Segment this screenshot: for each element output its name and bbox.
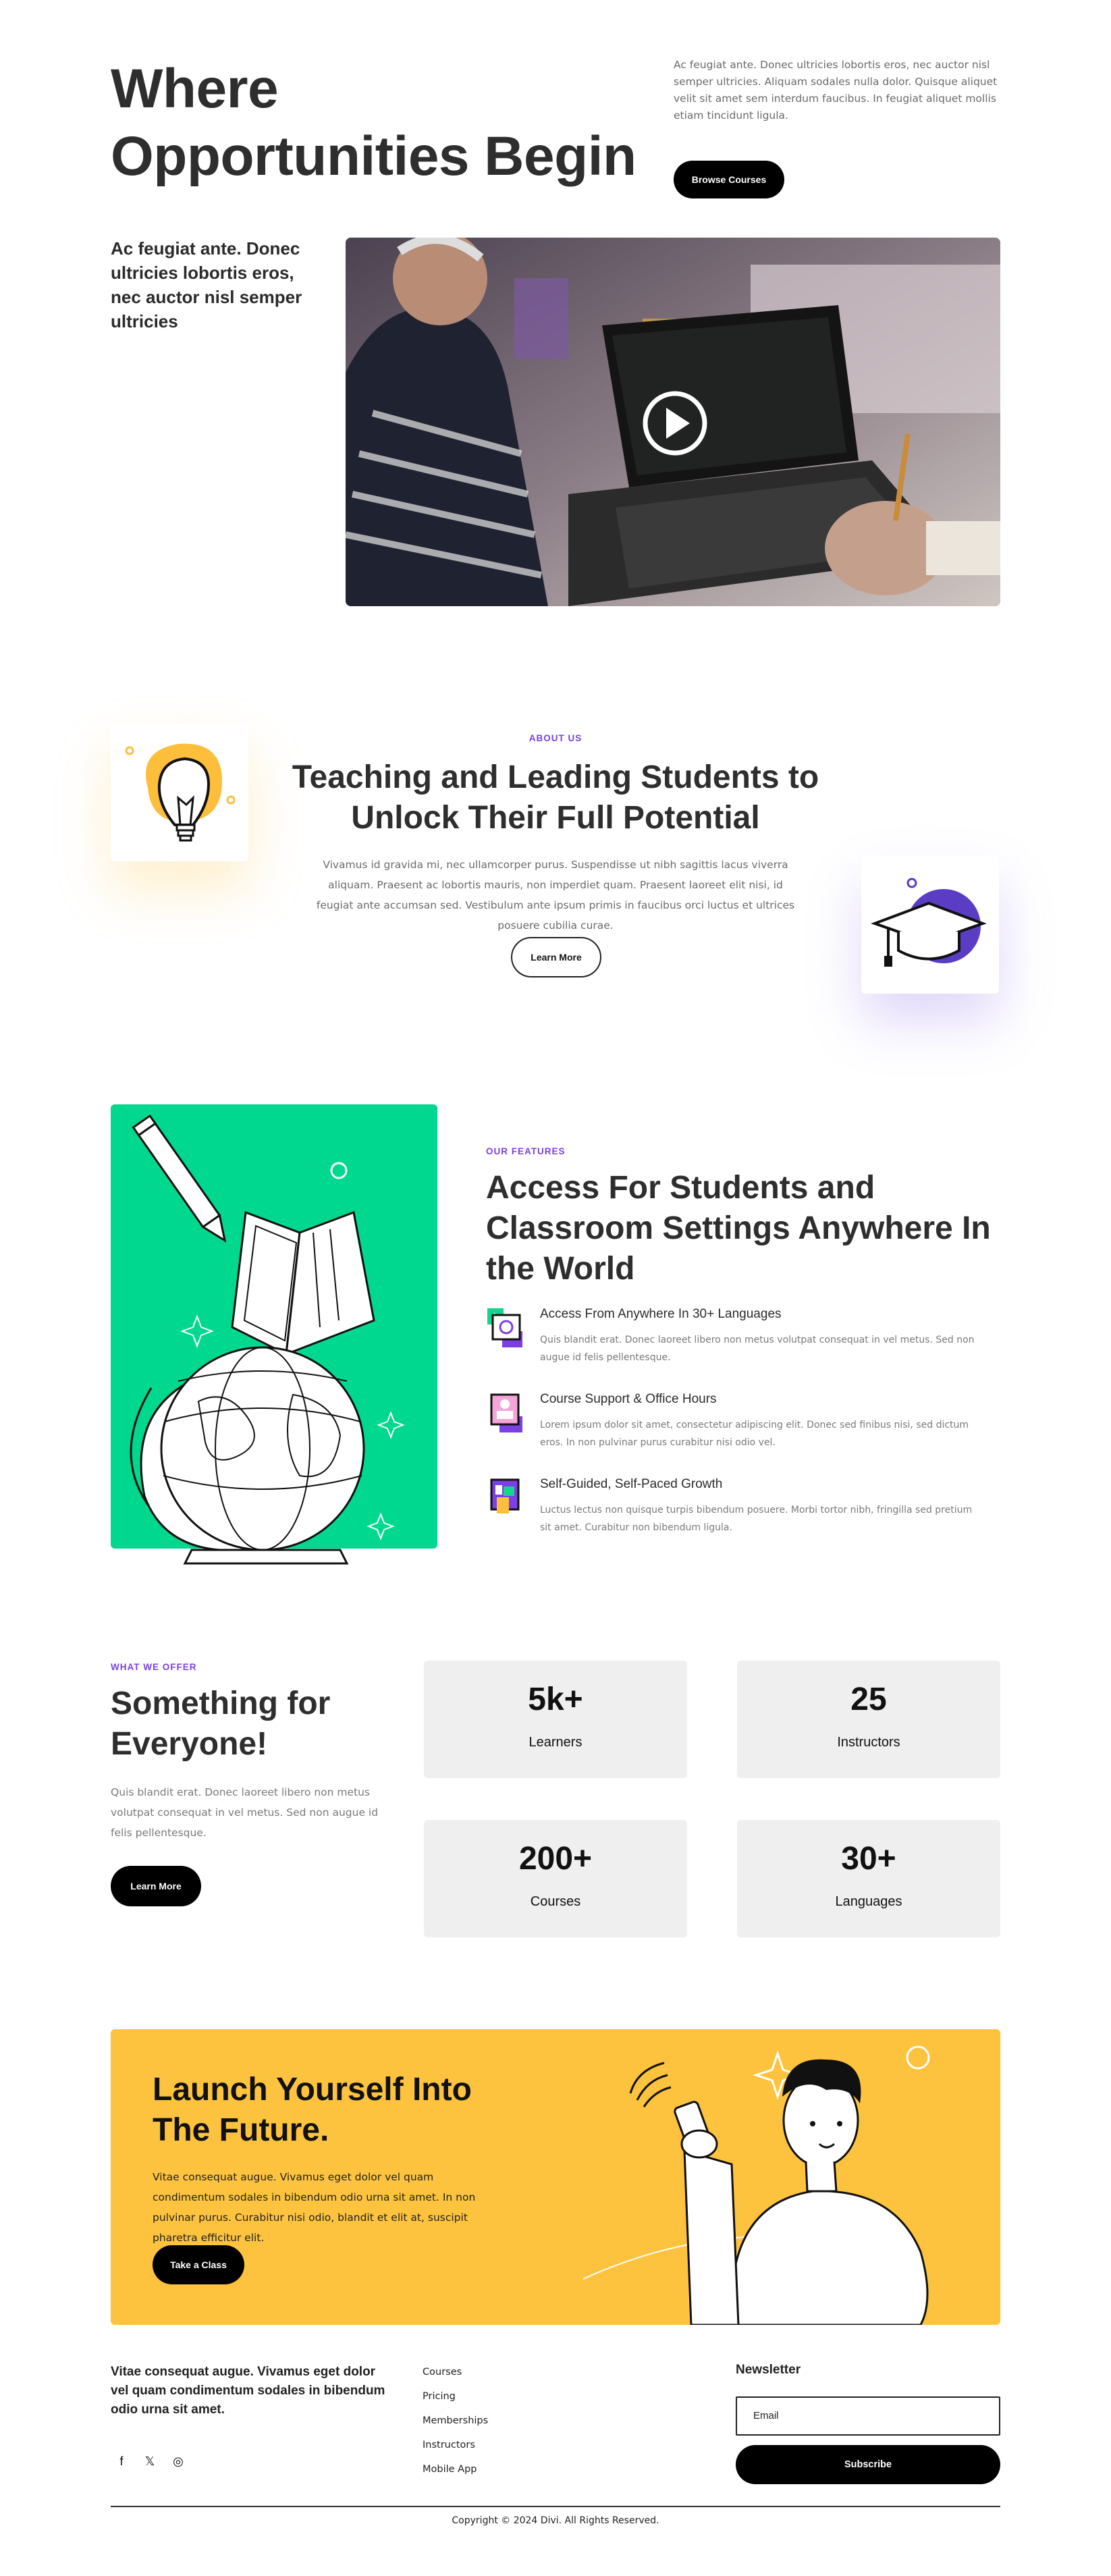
offer-description: Quis blandit erat. Donec laoreet libero …: [111, 1786, 379, 1839]
about-eyebrow: ABOUT US: [529, 733, 582, 743]
stat-value: 5k+: [528, 1682, 583, 1717]
feature-description: Luctus lectus non quisque turpis bibendu…: [540, 1505, 973, 1533]
student-phone-illustration: [582, 2045, 930, 2325]
hero-title: Where Opportunities Begin: [111, 55, 651, 190]
stat-label: Instructors: [837, 1735, 900, 1750]
email-field[interactable]: Email: [736, 2396, 1000, 2436]
take-a-class-button[interactable]: Take a Class: [153, 2245, 244, 2284]
hero-description: Ac feugiat ante. Donec ultricies loborti…: [674, 59, 998, 122]
feature-title: Self-Guided, Self-Paced Growth: [540, 1477, 723, 1491]
stat-card: 5k+ Learners: [424, 1661, 687, 1778]
about-title: Teaching and Leading Students to Unlock …: [292, 759, 819, 836]
offer-learn-more-button[interactable]: Learn More: [111, 1866, 201, 1906]
cta-description: Vitae consequat augue. Vivamus eget dolo…: [153, 2171, 476, 2244]
cta-title: Launch Yourself Into The Future.: [153, 2072, 472, 2148]
stat-card: 30+ Languages: [737, 1820, 1000, 1937]
support-icon: [490, 1393, 522, 1432]
stat-card: 200+ Courses: [424, 1820, 687, 1937]
x-twitter-icon[interactable]: 𝕏: [142, 2453, 158, 2469]
stat-card: 25 Instructors: [737, 1661, 1000, 1778]
hero-title-line-1: Where: [111, 58, 279, 119]
graduation-cap-card: [861, 856, 999, 994]
features-illustration: [111, 1104, 437, 1565]
instagram-icon[interactable]: ◎: [170, 2453, 186, 2469]
stat-value: 30+: [841, 1841, 896, 1877]
subscribe-button[interactable]: Subscribe: [736, 2445, 1000, 2484]
stat-value: 200+: [518, 1841, 593, 1877]
hero-title-line-2: Opportunities Begin: [111, 126, 636, 187]
hero-subheading: Ac feugiat ante. Donec ultricies loborti…: [111, 238, 302, 331]
footer-link-pricing[interactable]: Pricing: [423, 2387, 488, 2411]
self-paced-icon: [490, 1478, 520, 1513]
hero-video[interactable]: [346, 238, 1000, 606]
language-icon: A: [487, 1308, 522, 1347]
stat-label: Languages: [835, 1894, 902, 1909]
features-eyebrow: OUR FEATURES: [486, 1146, 566, 1156]
lightbulb-card: [111, 724, 248, 861]
feature-title: Course Support & Office Hours: [540, 1392, 717, 1406]
browse-courses-button[interactable]: Browse Courses: [674, 161, 784, 198]
footer-link-instructors[interactable]: Instructors: [423, 2436, 488, 2460]
footer-link-memberships[interactable]: Memberships: [423, 2411, 488, 2436]
newsletter-title: Newsletter: [736, 2363, 801, 2377]
footer-divider: [111, 2506, 1000, 2507]
feature-description: Quis blandit erat. Donec laoreet libero …: [540, 1335, 975, 1363]
offer-title: Something for Everyone!: [111, 1686, 331, 1762]
feature-title: Access From Anywhere In 30+ Languages: [540, 1307, 782, 1321]
globe-book-pencil-illustration: [130, 1114, 405, 1565]
feature-description: Lorem ipsum dolor sit amet, consectetur …: [540, 1420, 969, 1448]
footer-link-mobile-app[interactable]: Mobile App: [423, 2460, 488, 2484]
footer-link-courses[interactable]: Courses: [423, 2363, 488, 2387]
about-description: Vivamus id gravida mi, nec ullamcorper p…: [316, 859, 795, 932]
stat-value: 25: [850, 1682, 887, 1717]
cta-banner: Launch Yourself Into The Future. Vitae c…: [111, 2029, 1000, 2325]
stat-label: Learners: [529, 1735, 582, 1750]
footer-text: Vitae consequat augue. Vivamus eget dolo…: [111, 2365, 385, 2417]
stat-label: Courses: [530, 1894, 581, 1909]
facebook-icon[interactable]: f: [113, 2453, 130, 2469]
lightbulb-icon: [125, 743, 236, 842]
graduation-cap-icon: [871, 878, 987, 967]
about-learn-more-button[interactable]: Learn More: [511, 937, 601, 977]
features-title: Access For Students and Classroom Settin…: [486, 1170, 991, 1287]
offer-eyebrow: WHAT WE OFFER: [111, 1662, 197, 1672]
video-thumbnail: [346, 238, 1000, 606]
footer-links: Courses Pricing Memberships Instructors …: [423, 2363, 488, 2484]
copyright: Copyright © 2024 Divi. All Rights Reserv…: [452, 2515, 659, 2526]
